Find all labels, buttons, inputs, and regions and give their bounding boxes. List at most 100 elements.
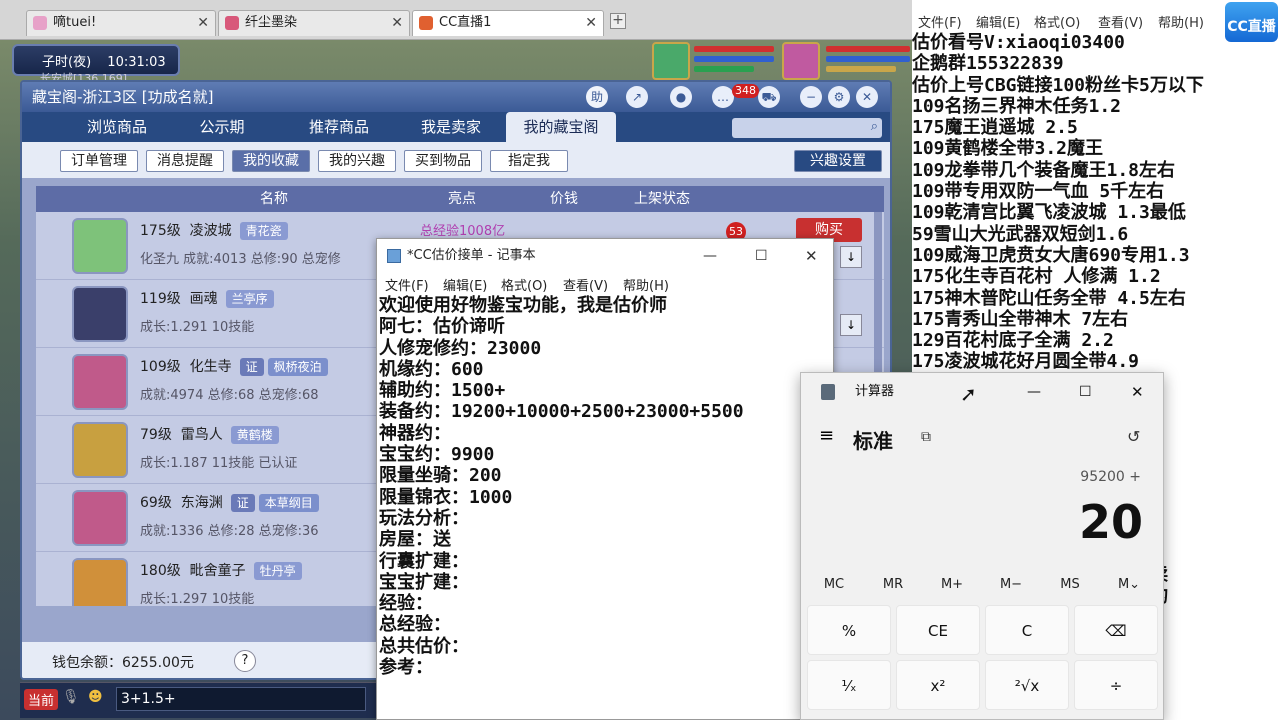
avatar <box>72 490 128 546</box>
minimize-icon[interactable]: — <box>703 239 717 273</box>
clear-button[interactable]: C <box>985 605 1069 655</box>
menu-edit[interactable]: 编辑(E) <box>976 12 1020 31</box>
close-icon[interactable]: ✕ <box>805 239 818 273</box>
time-period: 子时(夜) <box>42 55 92 70</box>
history-icon[interactable]: ↺ <box>1127 427 1140 446</box>
tab-browse[interactable]: 浏览商品 <box>62 112 172 142</box>
browser-tab-3[interactable]: CC直播1 ✕ <box>412 10 604 36</box>
new-tab-button[interactable]: + <box>610 13 626 29</box>
reciprocal-button[interactable]: ¹⁄ₓ <box>807 660 891 710</box>
menu-icon[interactable]: ≡ <box>819 425 834 446</box>
item-highlight: 总经验1008亿 <box>420 224 506 239</box>
minimize-icon[interactable]: — <box>1027 373 1041 411</box>
message-icon[interactable]: … <box>712 86 734 108</box>
text-line: 玩法分析： <box>379 507 469 529</box>
main-nav: 浏览商品 公示期 推荐商品 我是卖家 我的藏宝阁 ⌕ <box>22 112 890 142</box>
text-line: 175魔王逍遥城 2.5 <box>912 117 1078 139</box>
close-icon[interactable]: ✕ <box>585 11 597 35</box>
chat-channel-button[interactable]: 当前 <box>24 689 59 710</box>
mc-button[interactable]: MC <box>805 577 863 592</box>
menu-format[interactable]: 格式(O) <box>1034 12 1080 31</box>
mr-button[interactable]: MR <box>864 577 922 592</box>
purchased-items-button[interactable]: 买到物品 <box>404 150 482 172</box>
calculator-icon <box>821 384 835 400</box>
calculator-title: 计算器 <box>855 384 895 399</box>
text-line: 房屋：送 <box>379 529 451 551</box>
notepad-text-area[interactable]: 欢迎使用好物鉴宝功能，我是估价师 阿七：估价谛听 人修宠修约：23000 机缘约… <box>379 295 839 678</box>
percent-button[interactable]: % <box>807 605 891 655</box>
tab-publicity[interactable]: 公示期 <box>172 112 272 142</box>
chat-input[interactable]: 3+1.5+ <box>116 687 366 711</box>
square-button[interactable]: x² <box>896 660 980 710</box>
close-icon[interactable]: ✕ <box>856 86 878 108</box>
server-tag: 青花瓷 <box>239 222 288 240</box>
menu-help[interactable]: 帮助(H) <box>1158 12 1204 31</box>
interest-settings-button[interactable]: 兴趣设置 <box>794 150 882 172</box>
player-avatar[interactable] <box>782 42 820 80</box>
item-name: 化生寺 <box>189 359 232 375</box>
designated-me-button[interactable]: 指定我 <box>490 150 568 172</box>
tab-favicon-icon <box>33 16 47 30</box>
divide-button[interactable]: ÷ <box>1074 660 1158 710</box>
order-management-button[interactable]: 订单管理 <box>60 150 138 172</box>
menu-file[interactable]: 文件(F) <box>385 275 429 294</box>
microphone-icon[interactable]: 🎙 <box>62 689 80 705</box>
tab-label: CC直播1 <box>439 15 492 30</box>
help-button[interactable]: 助 <box>586 86 608 108</box>
close-icon[interactable]: ✕ <box>197 11 209 35</box>
my-favorites-button[interactable]: 我的收藏 <box>232 150 310 172</box>
tab-favicon-icon <box>225 16 239 30</box>
menu-file[interactable]: 文件(F) <box>918 12 962 31</box>
stop-icon[interactable]: ● <box>670 86 692 108</box>
close-icon[interactable]: ✕ <box>1131 373 1144 411</box>
verified-tag: 证 <box>239 358 264 376</box>
text-line: 175凌波城花好月圆全带4.9 <box>912 351 1140 373</box>
menu-help[interactable]: 帮助(H) <box>623 275 669 294</box>
share-icon[interactable]: ↗ <box>626 86 648 108</box>
menu-view[interactable]: 查看(V) <box>1098 12 1143 31</box>
square-root-button[interactable]: ²√x <box>985 660 1069 710</box>
ce-button[interactable]: CE <box>896 605 980 655</box>
settings-icon[interactable]: ⚙ <box>828 86 850 108</box>
help-icon[interactable]: ? <box>234 650 256 672</box>
menu-format[interactable]: 格式(O) <box>501 275 547 294</box>
backspace-button[interactable]: ⌫ <box>1074 605 1158 655</box>
item-level: 109级 <box>140 359 181 375</box>
tab-recommend[interactable]: 推荐商品 <box>284 112 394 142</box>
m-plus-button[interactable]: M+ <box>923 577 981 592</box>
memory-list-button[interactable]: M⌄ <box>1100 577 1158 592</box>
arrow-down-icon[interactable]: ↓ <box>840 314 862 336</box>
item-name: 凌波城 <box>189 223 232 239</box>
browser-tab-2[interactable]: 纤尘墨染 ✕ <box>218 10 410 36</box>
m-minus-button[interactable]: M− <box>982 577 1040 592</box>
text-line: 175神木普陀山任务全带 4.5左右 <box>912 287 1186 309</box>
keep-on-top-icon[interactable]: ⧉ <box>921 429 931 445</box>
cart-icon[interactable]: ⛟ <box>758 86 780 108</box>
menu-edit[interactable]: 编辑(E) <box>443 275 487 294</box>
tab-label: 嘀tuei! <box>53 15 97 30</box>
search-icon[interactable]: ⌕ <box>871 119 878 134</box>
maximize-icon[interactable]: ☐ <box>755 239 768 273</box>
item-level: 119级 <box>140 291 181 307</box>
table-header: 名称 亮点 价钱 上架状态 <box>36 186 884 212</box>
search-input[interactable]: ⌕ <box>732 118 882 138</box>
wallet-balance: 钱包余额：6255.00元 <box>52 655 194 671</box>
calculator-display: 20 <box>1078 495 1143 549</box>
arrow-down-icon[interactable]: ↓ <box>840 246 862 268</box>
maximize-icon[interactable]: ☐ <box>1079 373 1092 411</box>
close-icon[interactable]: ✕ <box>391 11 403 35</box>
pet-avatar[interactable] <box>652 42 690 80</box>
message-alert-button[interactable]: 消息提醒 <box>146 150 224 172</box>
server-tag: 黄鹤楼 <box>230 426 279 444</box>
text-line: 企鹅群155322839 <box>912 53 1064 75</box>
menu-view[interactable]: 查看(V) <box>563 275 608 294</box>
emoji-icon[interactable]: ☻ <box>88 689 103 705</box>
sub-nav: 订单管理 消息提醒 我的收藏 我的兴趣 买到物品 指定我 兴趣设置 <box>22 142 890 178</box>
tab-my-pavilion[interactable]: 我的藏宝阁 <box>506 112 616 142</box>
ms-button[interactable]: MS <box>1041 577 1099 592</box>
browser-tab-1[interactable]: 嘀tuei! ✕ <box>26 10 216 36</box>
pet-hp-bar <box>694 46 774 52</box>
minimize-icon[interactable]: − <box>800 86 822 108</box>
tab-seller[interactable]: 我是卖家 <box>396 112 506 142</box>
my-interests-button[interactable]: 我的兴趣 <box>318 150 396 172</box>
